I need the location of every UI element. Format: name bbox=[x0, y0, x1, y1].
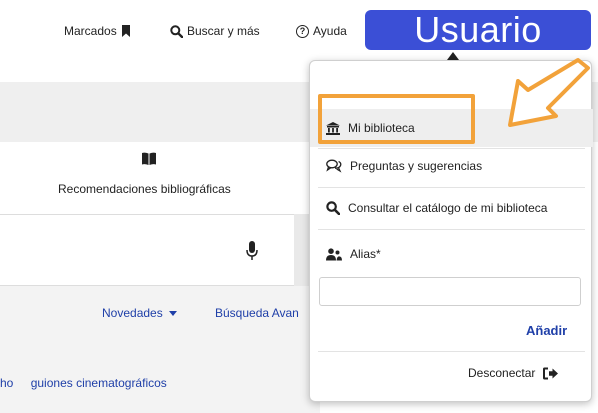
search-label: Buscar y más bbox=[187, 24, 260, 38]
divider bbox=[318, 351, 585, 352]
novedades-menu[interactable]: Novedades bbox=[102, 306, 177, 320]
novedades-label: Novedades bbox=[102, 306, 163, 320]
users-icon bbox=[326, 247, 342, 260]
tag-link[interactable]: ho bbox=[0, 376, 13, 390]
help-icon: ? bbox=[296, 24, 309, 38]
divider bbox=[318, 229, 585, 230]
logout-label: Desconectar bbox=[468, 366, 536, 380]
menu-item-label: Preguntas y sugerencias bbox=[350, 159, 483, 173]
menu-item-alias: Alias* bbox=[310, 235, 593, 273]
bookmarks-link[interactable]: Marcados bbox=[64, 24, 131, 38]
sign-out-icon bbox=[543, 367, 559, 379]
alias-label: Alias* bbox=[350, 247, 381, 261]
menu-item-catalogo[interactable]: Consultar el catálogo de mi biblioteca bbox=[310, 189, 593, 227]
search-icon bbox=[170, 24, 183, 38]
tags-row: ho guiones cinematográficos bbox=[0, 376, 181, 390]
bookmark-icon bbox=[121, 25, 130, 37]
menu-item-preguntas[interactable]: Preguntas y sugerencias bbox=[310, 147, 593, 185]
user-menu-button[interactable]: Usuario bbox=[365, 10, 591, 50]
recommendations-area[interactable] bbox=[0, 142, 320, 214]
dropdown-caret-icon bbox=[447, 52, 459, 60]
help-label: Ayuda bbox=[313, 24, 347, 38]
search-link[interactable]: Buscar y más bbox=[170, 24, 260, 38]
microphone-icon[interactable] bbox=[246, 241, 258, 261]
bookmarks-label: Marcados bbox=[64, 24, 117, 38]
logout-button[interactable]: Desconectar bbox=[468, 366, 559, 380]
highlight-box bbox=[318, 94, 475, 144]
chevron-down-icon bbox=[168, 311, 177, 317]
pointer-arrow-icon bbox=[508, 58, 590, 127]
menu-item-label: Consultar el catálogo de mi biblioteca bbox=[348, 201, 548, 215]
divider bbox=[318, 187, 585, 188]
alias-input[interactable] bbox=[319, 277, 581, 306]
search-icon bbox=[326, 201, 340, 215]
recommendations-label[interactable]: Recomendaciones bibliográficas bbox=[58, 182, 231, 196]
chat-icon bbox=[326, 159, 342, 173]
open-book-icon bbox=[142, 152, 156, 165]
help-link[interactable]: ? Ayuda bbox=[296, 24, 347, 38]
tag-link[interactable]: guiones cinematográficos bbox=[31, 376, 167, 390]
add-alias-button[interactable]: Añadir bbox=[526, 323, 567, 338]
busqueda-link[interactable]: Búsqueda Avan bbox=[215, 306, 299, 320]
